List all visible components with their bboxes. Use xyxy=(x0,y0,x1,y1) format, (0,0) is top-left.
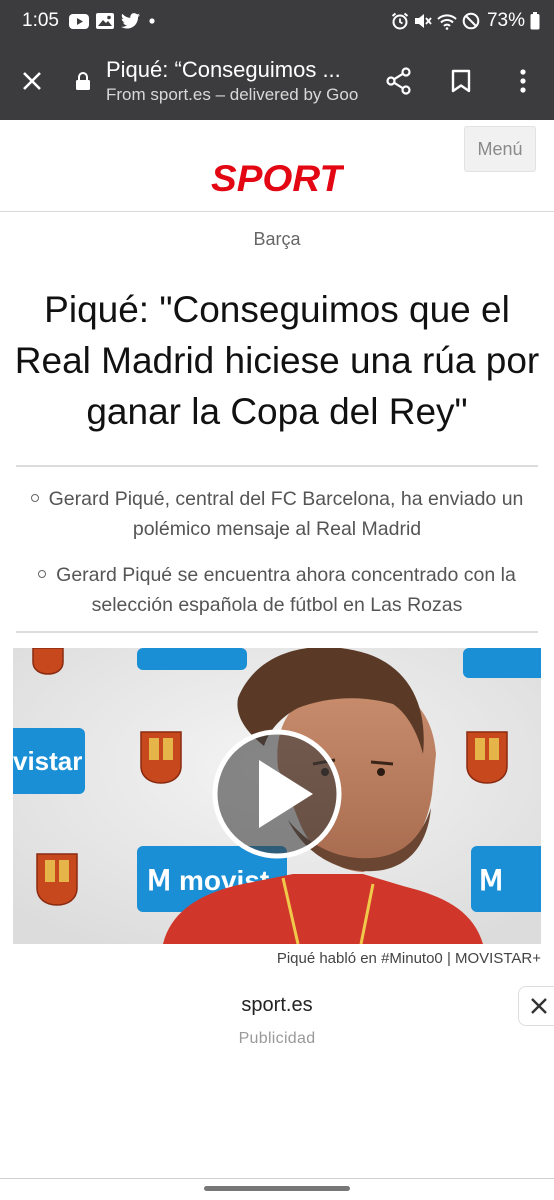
gallery-icon xyxy=(95,13,114,29)
close-icon xyxy=(530,998,547,1014)
more-vert-icon xyxy=(520,69,526,93)
logo-text: SPORT xyxy=(211,160,344,196)
battery-percentage: 73% xyxy=(486,10,525,31)
divider-top xyxy=(16,465,538,467)
close-icon xyxy=(23,72,41,90)
summary-text: Gerard Piqué, central del FC Barcelona, … xyxy=(48,488,524,540)
bullet-icon xyxy=(30,493,39,502)
summary-text: Gerard Piqué se encuentra ahora concentr… xyxy=(56,564,516,616)
ad-close-button[interactable] xyxy=(518,986,554,1026)
url-block[interactable]: Piqué: “Conseguimos ... From sport.es – … xyxy=(98,56,368,106)
dot-icon xyxy=(147,13,157,29)
summary-list: Gerard Piqué, central del FC Barcelona, … xyxy=(20,484,534,636)
battery-icon xyxy=(530,12,540,30)
share-icon xyxy=(386,67,411,95)
status-time: 1:05 xyxy=(22,10,59,31)
mute-icon xyxy=(414,12,432,30)
ad-site-name[interactable]: sport.es xyxy=(0,994,554,1017)
summary-item: Gerard Piqué, central del FC Barcelona, … xyxy=(20,484,534,544)
section-label[interactable]: Barça xyxy=(0,229,554,250)
menu-button[interactable]: Menú xyxy=(464,126,536,172)
more-options-button[interactable] xyxy=(492,42,554,120)
article-headline: Piqué: "Conseguimos que el Real Madrid h… xyxy=(14,289,540,432)
dnd-icon xyxy=(462,12,480,30)
custom-tab-toolbar: Piqué: “Conseguimos ... From sport.es – … xyxy=(0,42,554,120)
tab-page-title: Piqué: “Conseguimos ... xyxy=(106,57,341,82)
video-caption: Piqué habló en #Minuto0 | MOVISTAR+ xyxy=(276,950,541,967)
status-bar: 1:05 73% xyxy=(0,0,554,42)
wifi-icon xyxy=(437,13,457,30)
youtube-icon xyxy=(68,13,89,29)
video-player[interactable]: vistar Ⅿ movist Ⅿ xyxy=(13,648,541,944)
bullet-icon xyxy=(38,569,47,578)
divider-bottom xyxy=(16,631,538,633)
close-tab-button[interactable] xyxy=(0,42,64,120)
svg-text:Ⅿ: Ⅿ xyxy=(479,865,503,896)
alarm-icon xyxy=(391,12,409,30)
twitter-icon xyxy=(120,13,140,29)
svg-text:vistar: vistar xyxy=(13,746,82,776)
lock-icon[interactable] xyxy=(68,71,98,91)
sport-logo[interactable]: SPORT xyxy=(210,158,347,199)
ad-label: Publicidad xyxy=(238,1030,316,1047)
tab-origin: From sport.es – delivered by Goo xyxy=(106,85,359,104)
summary-item: Gerard Piqué se encuentra ahora concentr… xyxy=(20,560,534,620)
bookmark-icon xyxy=(451,69,471,93)
video-thumbnail: vistar Ⅿ movist Ⅿ xyxy=(13,648,541,944)
gesture-handle[interactable] xyxy=(204,1186,350,1191)
share-button[interactable] xyxy=(368,42,430,120)
bookmark-button[interactable] xyxy=(430,42,492,120)
